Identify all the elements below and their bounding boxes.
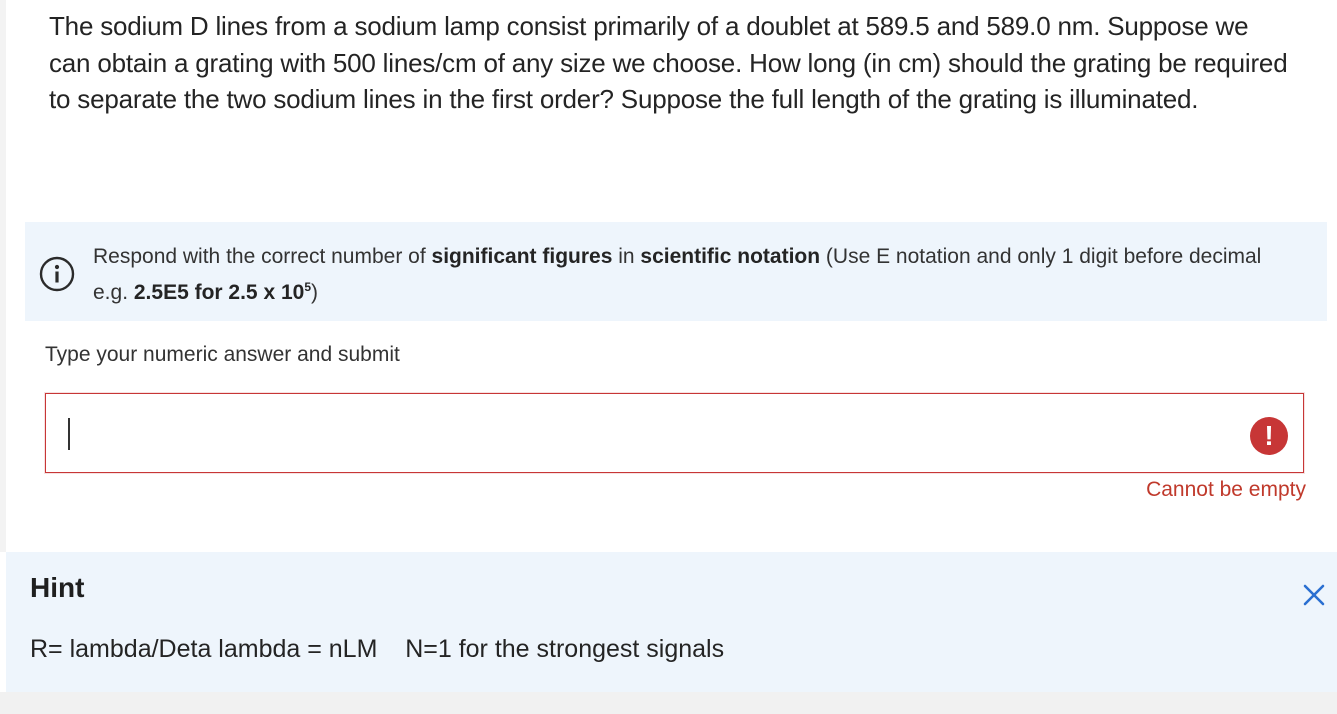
error-icon: ! [1250,417,1288,455]
instructions-sci-notation: scientific notation [640,245,821,268]
instructions-text: Respond with the correct number of signi… [93,242,1293,308]
info-icon [39,256,75,292]
hint-panel: Hint R= lambda/Deta lambda = nLM N=1 for… [6,552,1337,692]
instructions-part-1: Respond with the correct number of [93,245,432,268]
question-text: The sodium D lines from a sodium lamp co… [49,11,1288,114]
hint-title: Hint [30,572,85,603]
instructions-part-4: ) [311,281,319,304]
bottom-strip [0,692,1337,714]
instructions-example: 2.5E5 for 2.5 x 105 [133,280,312,304]
instructions-example-exponent: 5 [304,280,312,294]
instructions-part-2: in [612,245,641,268]
page: The sodium D lines from a sodium lamp co… [0,0,1337,714]
answer-field[interactable]: ! [45,393,1304,473]
answer-prompt-label: Type your numeric answer and submit [45,343,400,366]
validation-error-message: Cannot be empty [1146,478,1306,501]
instructions-banner: Respond with the correct number of signi… [25,222,1327,321]
close-icon[interactable] [1299,580,1329,610]
numeric-answer-input[interactable] [46,394,1303,472]
left-edge-divider [0,0,6,552]
text-caret [68,418,70,450]
instructions-example-base: 2.5E5 for 2.5 x 10 [133,281,305,304]
instructions-sig-figs: significant figures [431,245,613,268]
hint-body: R= lambda/Deta lambda = nLM N=1 for the … [30,635,725,663]
